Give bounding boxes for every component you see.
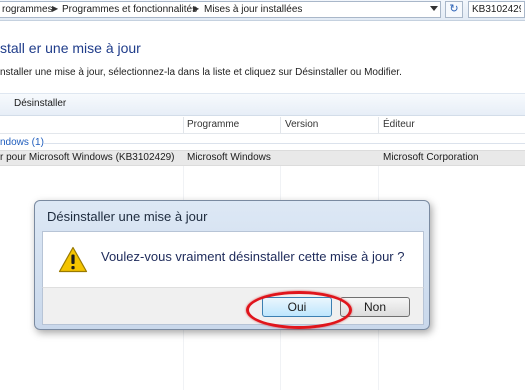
command-bar: Désinstaller (0, 93, 525, 116)
breadcrumb-item-installed-updates[interactable]: Mises à jour installées (204, 4, 302, 15)
dialog-body: Voulez-vous vraiment désinstaller cette … (42, 231, 424, 288)
confirm-dialog: Désinstaller une mise à jour Voulez-vous… (34, 200, 430, 330)
group-divider (44, 143, 525, 144)
row-program-cell: Microsoft Windows (187, 152, 271, 163)
column-divider[interactable] (280, 117, 281, 133)
page-title: stall er une mise à jour (0, 40, 141, 56)
breadcrumb-item-programs-features[interactable]: Programmes et fonctionnalités (62, 4, 197, 15)
page-description: nstaller une mise à jour, sélectionnez-l… (0, 67, 402, 78)
dialog-message: Voulez-vous vraiment désinstaller cette … (101, 249, 405, 264)
group-header-windows[interactable]: ndows (1) (0, 137, 44, 148)
breadcrumb[interactable]: rogrammes ▶ Programmes et fonctionnalité… (0, 1, 441, 18)
row-publisher-cell: Microsoft Corporation (383, 152, 479, 163)
column-header-version[interactable]: Version (285, 119, 318, 130)
breadcrumb-separator-icon[interactable]: ▶ (193, 4, 199, 13)
uninstall-button[interactable]: Désinstaller (14, 98, 66, 109)
column-divider[interactable] (183, 117, 184, 133)
search-input[interactable] (468, 1, 525, 18)
column-headers: Programme Version Éditeur (0, 117, 525, 134)
no-button[interactable]: Non (340, 297, 410, 317)
column-divider[interactable] (378, 117, 379, 133)
column-header-program[interactable]: Programme (187, 119, 239, 130)
breadcrumb-separator-icon[interactable]: ▶ (52, 4, 58, 13)
breadcrumb-item-programmes[interactable]: rogrammes (2, 4, 53, 15)
table-row[interactable]: r pour Microsoft Windows (KB3102429) Mic… (0, 150, 525, 166)
column-header-publisher[interactable]: Éditeur (383, 119, 415, 130)
address-dropdown-icon[interactable] (430, 6, 438, 11)
row-name-cell: r pour Microsoft Windows (KB3102429) (0, 152, 175, 163)
yes-button[interactable]: Oui (262, 297, 332, 317)
dialog-footer: Oui Non (42, 287, 424, 329)
warning-icon (58, 246, 88, 273)
address-bar: rogrammes ▶ Programmes et fonctionnalité… (0, 0, 525, 21)
refresh-icon[interactable]: ↻ (445, 1, 463, 18)
dialog-title: Désinstaller une mise à jour (47, 209, 208, 224)
